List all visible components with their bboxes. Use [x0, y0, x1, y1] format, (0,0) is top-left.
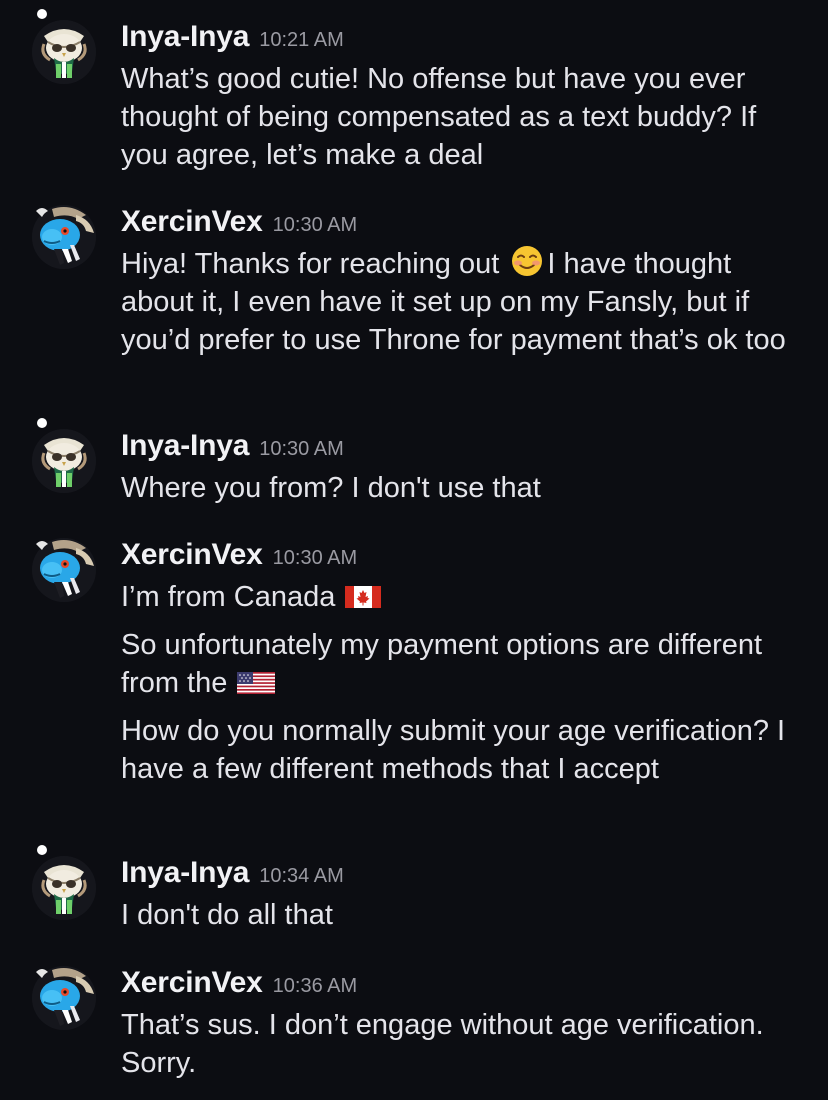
message-timestamp: 10:21 AM [259, 29, 344, 51]
dragon-avatar-icon[interactable] [32, 205, 96, 269]
message-timestamp: 10:30 AM [272, 547, 358, 569]
message-body: Inya-Inya 10:21 AM What’s good cutie! No… [121, 20, 811, 174]
message-body: XercinVex 10:30 AM I’m from Canada So un… [121, 538, 811, 788]
message-header: Inya-Inya 10:34 AM [121, 856, 811, 896]
message-header: XercinVex 10:36 AM [121, 966, 811, 1006]
message-timestamp: 10:34 AM [259, 865, 344, 887]
message-text: I’m from Canada [121, 578, 801, 616]
author-name[interactable]: XercinVex [121, 966, 263, 1000]
message-text: Where you from? I don't use that [121, 472, 541, 504]
dragon-avatar-icon[interactable] [32, 966, 96, 1030]
message-header: Inya-Inya 10:21 AM [121, 20, 811, 60]
owl-avatar-icon[interactable] [32, 9, 96, 84]
message-timestamp: 10:30 AM [259, 438, 344, 460]
message-text: How do you normally submit your age veri… [121, 715, 786, 785]
message-header: Inya-Inya 10:30 AM [121, 429, 811, 469]
message-text-segment: So unfortunately my payment options are … [121, 629, 763, 699]
message-text: What’s good cutie! No offense but have y… [121, 63, 757, 171]
message-text: Hiya! Thanks for reaching out I have tho… [121, 245, 801, 359]
message-text: That’s sus. I don’t engage without age v… [121, 1009, 764, 1079]
author-name[interactable]: Inya-Inya [121, 20, 249, 54]
owl-avatar-icon[interactable] [32, 418, 96, 493]
message-header: XercinVex 10:30 AM [121, 538, 811, 578]
message-text: I don't do all that [121, 899, 333, 931]
canada-flag-emoji-icon [345, 582, 382, 610]
message-body: Inya-Inya 10:34 AM I don't do all that [121, 856, 811, 934]
dragon-avatar-icon[interactable] [32, 538, 96, 602]
author-name[interactable]: XercinVex [121, 205, 263, 239]
author-name[interactable]: Inya-Inya [121, 429, 249, 463]
us-flag-emoji-icon [237, 668, 276, 696]
message-text: So unfortunately my payment options are … [121, 626, 801, 702]
message-timestamp: 10:30 AM [272, 214, 358, 236]
author-name[interactable]: Inya-Inya [121, 856, 249, 890]
message-body: Inya-Inya 10:30 AM Where you from? I don… [121, 429, 811, 507]
message-body: XercinVex 10:30 AM Hiya! Thanks for reac… [121, 205, 811, 359]
message-text-segment: I’m from Canada [121, 581, 344, 613]
message-text-segment: Hiya! Thanks for reaching out [121, 248, 508, 280]
owl-avatar-icon[interactable] [32, 845, 96, 920]
message-body: XercinVex 10:36 AM That’s sus. I don’t e… [121, 966, 811, 1082]
smiling-face-emoji-icon [509, 245, 545, 276]
author-name[interactable]: XercinVex [121, 538, 263, 572]
message-timestamp: 10:36 AM [272, 975, 358, 997]
message-header: XercinVex 10:30 AM [121, 205, 811, 245]
